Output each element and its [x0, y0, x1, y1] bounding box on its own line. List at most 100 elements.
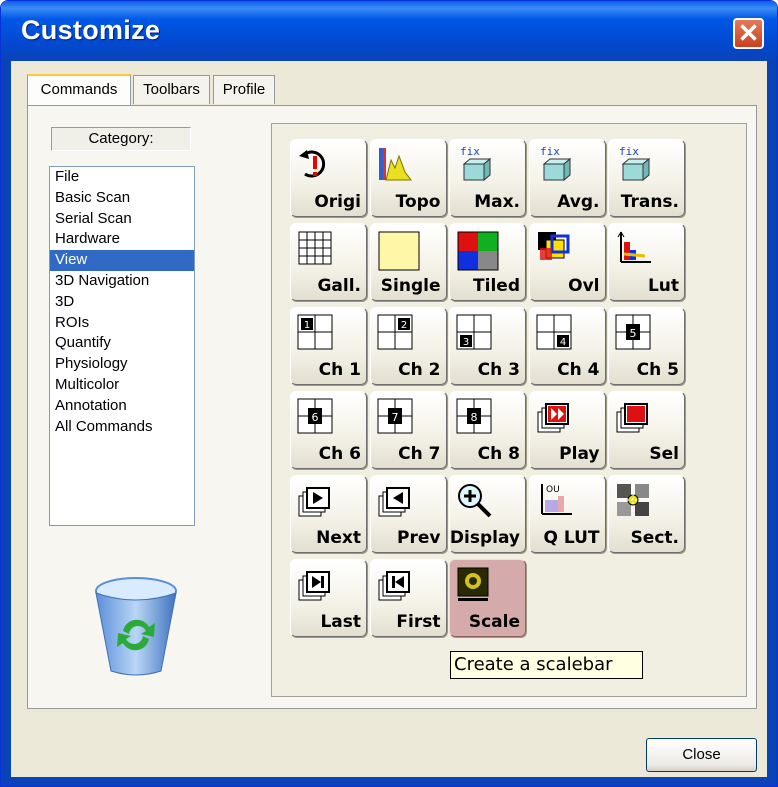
svg-text:fix: fix: [619, 146, 639, 158]
svg-text:fix: fix: [540, 146, 560, 158]
channel-2-icon: 2: [377, 314, 413, 350]
category-item[interactable]: Annotation: [50, 396, 194, 417]
command-button-origi[interactable]: Origi: [290, 139, 367, 217]
tab-toolbars[interactable]: Toolbars: [133, 75, 210, 104]
tab-profile[interactable]: Profile: [213, 75, 275, 104]
channel-6-icon: 6: [297, 398, 333, 434]
command-label: Next: [316, 528, 361, 548]
max-fix-icon: fix: [456, 145, 492, 182]
title-bar[interactable]: Customize ✕: [1, 1, 777, 61]
command-label: First: [396, 612, 441, 632]
original-icon: [297, 146, 333, 182]
window-border-bottom: [1, 777, 777, 786]
command-button-tiled[interactable]: Tiled: [449, 223, 526, 301]
category-item[interactable]: Physiology: [50, 354, 194, 375]
quant-lut-icon: OU: [536, 482, 572, 518]
command-button-ch-5[interactable]: 5 Ch 5: [608, 307, 685, 385]
avg-fix-icon: fix: [536, 145, 572, 182]
command-button-trans[interactable]: fix Trans.: [608, 139, 685, 217]
category-item[interactable]: All Commands: [50, 417, 194, 438]
command-button-ch-3[interactable]: 3 Ch 3: [449, 307, 526, 385]
gallery-icon: [297, 230, 333, 266]
play-icon: [536, 398, 572, 434]
command-button-last[interactable]: Last: [290, 559, 367, 637]
next-icon: [297, 482, 333, 518]
command-button-prev[interactable]: Prev: [369, 475, 447, 553]
category-list[interactable]: File Basic Scan Serial Scan Hardware Vie…: [49, 166, 195, 526]
overlay-icon: [536, 230, 572, 266]
command-label: Avg.: [557, 192, 600, 212]
command-button-ch-8[interactable]: 8 Ch 8: [449, 391, 526, 469]
svg-text:4: 4: [559, 337, 565, 348]
svg-text:fix: fix: [460, 146, 480, 158]
category-item[interactable]: ROIs: [50, 313, 194, 334]
category-item[interactable]: Serial Scan: [50, 209, 194, 230]
command-button-ch-6[interactable]: 6 Ch 6: [290, 391, 367, 469]
command-label: Ch 4: [557, 360, 600, 380]
close-button[interactable]: Close: [646, 738, 757, 772]
command-label: Last: [320, 612, 361, 632]
category-item-selected[interactable]: View: [50, 250, 194, 271]
command-label: Max.: [474, 192, 520, 212]
command-button-q-lut[interactable]: OU Q LUT: [528, 475, 606, 553]
channel-4-icon: 4: [536, 314, 572, 350]
category-item[interactable]: 3D: [50, 292, 194, 313]
command-label: Ch 2: [398, 360, 441, 380]
command-label: Lut: [647, 276, 679, 296]
channel-3-icon: 3: [456, 314, 492, 350]
command-label: Ch 5: [636, 360, 679, 380]
command-button-next[interactable]: Next: [290, 475, 367, 553]
command-label: Ch 3: [477, 360, 520, 380]
channel-1-icon: 1: [297, 314, 333, 350]
command-button-gall[interactable]: Gall.: [290, 223, 367, 301]
category-item[interactable]: Hardware: [50, 229, 194, 250]
command-button-sect[interactable]: Sect.: [608, 475, 685, 553]
command-label: Ch 6: [318, 444, 361, 464]
svg-text:2: 2: [400, 320, 406, 331]
command-label: Prev: [397, 528, 441, 548]
command-button-scale[interactable]: Scale: [449, 559, 526, 637]
svg-text:1: 1: [304, 320, 310, 331]
command-label: Q LUT: [543, 528, 600, 548]
recycle-bin-icon[interactable]: [81, 571, 191, 686]
scalebar-icon: [456, 566, 492, 602]
topo-icon: [377, 146, 413, 182]
command-button-ovl[interactable]: Ovl: [528, 223, 606, 301]
category-item[interactable]: 3D Navigation: [50, 271, 194, 292]
category-item[interactable]: Quantify: [50, 333, 194, 354]
category-item[interactable]: Basic Scan: [50, 188, 194, 209]
command-button-topo[interactable]: Topo: [369, 139, 447, 217]
tab-commands[interactable]: Commands: [27, 74, 131, 106]
command-label: Trans.: [620, 192, 679, 212]
category-item[interactable]: Multicolor: [50, 375, 194, 396]
command-label: Play: [559, 444, 600, 464]
command-label: Single: [380, 276, 441, 296]
lut-icon: [615, 230, 651, 266]
category-item[interactable]: File: [50, 167, 194, 188]
command-label: Origi: [314, 192, 361, 212]
window-close-button[interactable]: ✕: [733, 18, 764, 49]
command-button-avg[interactable]: fix Avg.: [528, 139, 606, 217]
customize-window: Customize ✕ Commands Toolbars Profile Ca…: [0, 0, 778, 787]
command-button-ch-4[interactable]: 4 Ch 4: [528, 307, 606, 385]
first-icon: [377, 566, 413, 602]
command-button-max[interactable]: fix Max.: [449, 139, 526, 217]
svg-text:OU: OU: [546, 485, 560, 495]
command-button-play[interactable]: Play: [528, 391, 606, 469]
command-button-sel[interactable]: Sel: [608, 391, 685, 469]
command-button-ch-7[interactable]: 7 Ch 7: [369, 391, 447, 469]
command-button-ch-1[interactable]: 1 Ch 1: [290, 307, 367, 385]
command-button-first[interactable]: First: [369, 559, 447, 637]
trans-fix-icon: fix: [615, 145, 651, 182]
last-icon: [297, 566, 333, 602]
command-label: Ch 7: [398, 444, 441, 464]
command-button-single[interactable]: Single: [369, 223, 447, 301]
zoom-display-icon: [456, 482, 492, 518]
tiled-icon: [456, 230, 499, 271]
command-button-ch-2[interactable]: 2 Ch 2: [369, 307, 447, 385]
command-label: Topo: [395, 192, 441, 212]
command-label: Ch 8: [477, 444, 520, 464]
tooltip: Create a scalebar: [450, 651, 643, 679]
command-button-display[interactable]: Display: [449, 475, 526, 553]
command-button-lut[interactable]: Lut: [608, 223, 685, 301]
